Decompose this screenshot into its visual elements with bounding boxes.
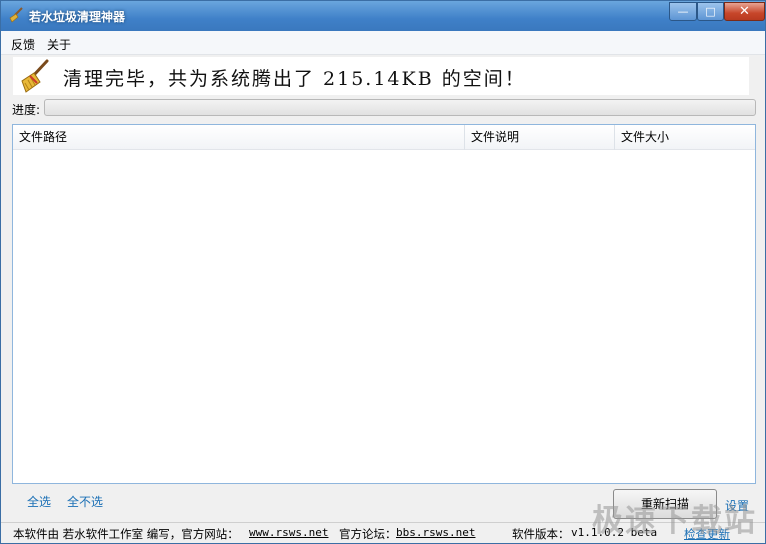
- forum-label: 官方论坛：: [339, 527, 397, 541]
- credit-text: 本软件由 若水软件工作室 编写，官方网站：: [13, 527, 239, 541]
- version-label: 软件版本：: [512, 527, 570, 541]
- column-header-description[interactable]: 文件说明: [465, 125, 615, 150]
- file-list[interactable]: 文件路径 文件说明 文件大小: [12, 124, 756, 484]
- watermark: 极速下载站: [592, 503, 757, 539]
- window-title: 若水垃圾清理神器: [29, 10, 126, 24]
- title-bar[interactable]: 若水垃圾清理神器 — □ ✕: [1, 1, 765, 31]
- column-header-size[interactable]: 文件大小: [615, 125, 755, 150]
- select-none-link[interactable]: 全不选: [67, 493, 103, 510]
- broom-icon: [8, 7, 24, 23]
- result-message: 清理完毕，共为系统腾出了 215.14KB 的空间！: [63, 68, 526, 90]
- progress-bar: [44, 99, 756, 116]
- column-header-path[interactable]: 文件路径: [13, 125, 465, 150]
- website-link[interactable]: www.rsws.net: [249, 526, 328, 539]
- close-button[interactable]: ✕: [724, 2, 765, 21]
- progress-label: 进度:: [12, 103, 41, 117]
- list-header: 文件路径 文件说明 文件大小: [13, 125, 755, 150]
- broom-icon: [18, 59, 50, 93]
- select-all-link[interactable]: 全选: [27, 493, 51, 510]
- menu-item-feedback[interactable]: 反馈: [11, 36, 35, 53]
- maximize-button[interactable]: □: [697, 2, 724, 21]
- result-banner: 清理完毕，共为系统腾出了 215.14KB 的空间！: [13, 57, 749, 95]
- forum-link[interactable]: bbs.rsws.net: [396, 526, 475, 539]
- minimize-button[interactable]: —: [669, 2, 697, 21]
- menu-item-about[interactable]: 关于: [47, 36, 71, 53]
- menu-bar: 反馈 关于: [1, 31, 765, 55]
- app-window: 若水垃圾清理神器 — □ ✕ 反馈 关于 清理完毕，共为系统腾出了 215.14…: [0, 0, 766, 544]
